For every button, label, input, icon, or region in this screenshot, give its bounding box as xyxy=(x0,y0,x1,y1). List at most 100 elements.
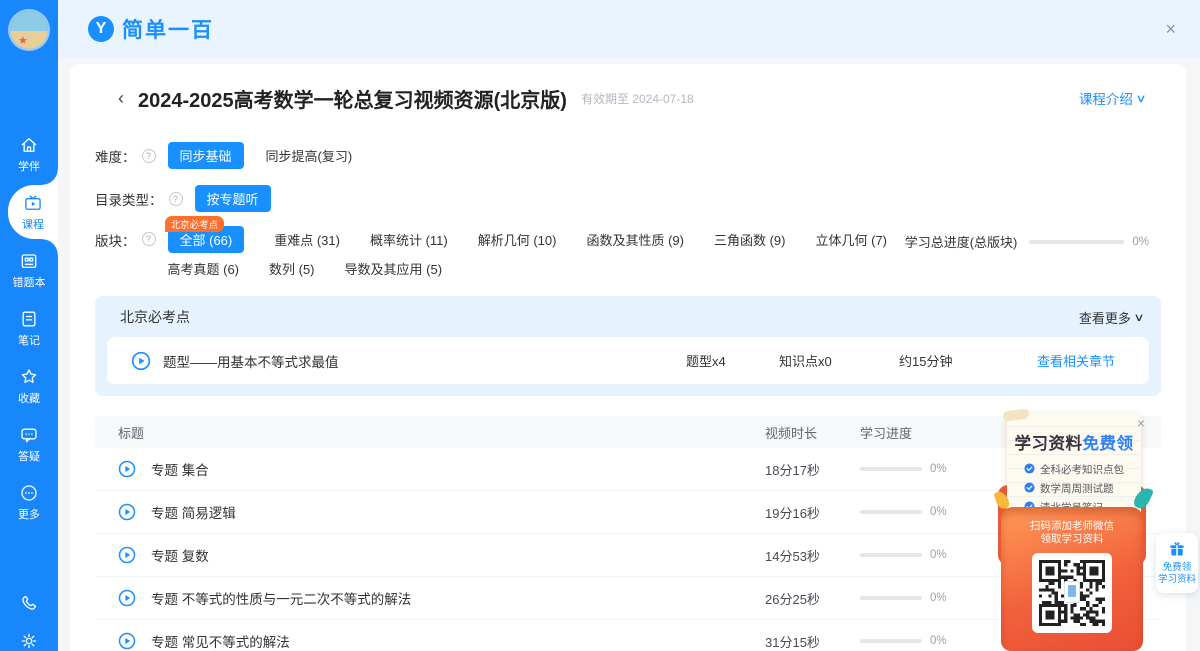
phone-icon[interactable] xyxy=(19,593,39,613)
featured-more-link[interactable]: 查看更多 ∨ xyxy=(1079,308,1143,327)
total-progress-label: 学习总进度(总版块) xyxy=(905,232,1018,251)
section-chip[interactable]: 立体几何 (7) xyxy=(816,226,888,253)
difficulty-chip-option[interactable]: 同步提高(复习) xyxy=(266,142,353,169)
sidebar-item-label: 收藏 xyxy=(18,390,40,406)
section-chip[interactable]: 函数及其性质 (9) xyxy=(586,226,684,253)
video-duration: 31分15秒 xyxy=(765,632,860,651)
play-icon[interactable] xyxy=(118,503,136,521)
sidebar-item-more[interactable]: 更多 xyxy=(0,475,58,529)
row-title-cell: 专题 简易逻辑 xyxy=(95,502,765,522)
more-icon xyxy=(19,483,39,503)
info-icon[interactable]: ? xyxy=(142,232,156,246)
sections-label: 版块： xyxy=(95,230,136,250)
sidebar-item-course[interactable]: 课程 xyxy=(8,185,58,239)
info-icon[interactable]: ? xyxy=(169,192,183,206)
difficulty-chip-selected[interactable]: 同步基础 xyxy=(168,142,244,169)
free-materials-button[interactable]: 免费领 学习资料 xyxy=(1156,533,1198,593)
sidebar-item-label: 答疑 xyxy=(18,448,40,464)
progress-value: 0% xyxy=(930,592,947,604)
video-title: 专题 集合 xyxy=(151,459,209,479)
promo-pocket-text2: 领取学习资料 xyxy=(1001,533,1143,546)
promo-bullet-text: 全科必考知识点包 xyxy=(1040,462,1124,477)
notes-icon xyxy=(19,309,39,329)
course-intro-label: 课程介绍 xyxy=(1079,88,1133,108)
video-title: 专题 不等式的性质与一元二次不等式的解法 xyxy=(151,588,411,608)
video-duration: 19分16秒 xyxy=(765,503,860,522)
logo-text: 简单一百 xyxy=(122,14,214,44)
header-duration: 视频时长 xyxy=(765,423,860,442)
chevron-down-icon: ∨ xyxy=(1135,92,1146,105)
home-icon xyxy=(19,135,39,155)
promo-pocket: 扫码添加老师微信 领取学习资料 xyxy=(1001,507,1143,651)
promo-title: 学习资料免费领 xyxy=(1007,430,1141,454)
back-icon[interactable]: ‹ xyxy=(118,89,124,107)
star-icon xyxy=(19,367,39,387)
section-chip-selected[interactable]: 北京必考点 全部 (66) xyxy=(168,226,245,253)
section-chip[interactable]: 概率统计 (11) xyxy=(370,226,448,253)
gear-icon[interactable] xyxy=(19,631,39,651)
promo-popup: 学习资料免费领 全科必考知识点包数学周周测试题清北学员笔记优惠福利券 × 扫码添… xyxy=(996,407,1148,651)
featured-item[interactable]: 题型——用基本不等式求最值 题型x4 知识点x0 约15分钟 查看相关章节 xyxy=(107,337,1149,384)
sidebar-nav: 学伴课程错题本笔记收藏答疑更多 xyxy=(0,127,58,533)
sidebar-item-wrongbook[interactable]: 错题本 xyxy=(0,243,58,297)
featured-question-count: 题型x4 xyxy=(686,351,779,370)
sections-filter-row: 版块： ? 北京必考点 全部 (66) 重难点 (31) 概率统计 (11) 解析几… xyxy=(95,226,1161,282)
featured-duration: 约15分钟 xyxy=(899,351,1037,370)
video-title: 专题 简易逻辑 xyxy=(151,502,236,522)
promo-title-dark: 学习资料 xyxy=(1015,435,1083,453)
validity-text: 有效期至 2024-07-18 xyxy=(581,90,694,107)
section-chip[interactable]: 重难点 (31) xyxy=(274,226,340,253)
sidebar-bottom xyxy=(0,593,58,651)
progress-value: 0% xyxy=(930,549,947,561)
section-chip[interactable]: 数列 (5) xyxy=(269,255,315,282)
qr-code[interactable] xyxy=(1032,553,1112,633)
chevron-down-icon: ∨ xyxy=(1133,311,1144,324)
play-icon[interactable] xyxy=(118,632,136,650)
promo-bullet: 数学周周测试题 xyxy=(1024,481,1141,496)
course-intro-link[interactable]: 课程介绍 ∨ xyxy=(1079,88,1145,108)
video-title: 专题 复数 xyxy=(151,545,209,565)
sidebar-item-qa[interactable]: 答疑 xyxy=(0,417,58,471)
section-chip[interactable]: 三角函数 (9) xyxy=(714,226,786,253)
play-icon[interactable] xyxy=(131,351,151,371)
catalog-label: 目录类型： xyxy=(95,189,163,209)
featured-knowledge-count: 知识点x0 xyxy=(779,351,899,370)
course-icon xyxy=(23,193,43,213)
sidebar: 学伴课程错题本笔记收藏答疑更多 xyxy=(0,0,58,651)
sidebar-item-label: 课程 xyxy=(22,216,44,232)
logo-icon: Y xyxy=(88,16,114,42)
play-icon[interactable] xyxy=(118,589,136,607)
section-chip[interactable]: 解析几何 (10) xyxy=(478,226,557,253)
page-title: 2024-2025高考数学一轮总复习视频资源(北京版) xyxy=(138,84,567,113)
promo-bullet: 全科必考知识点包 xyxy=(1024,462,1141,477)
row-title-cell: 专题 常见不等式的解法 xyxy=(95,631,765,651)
section-chip[interactable]: 导数及其应用 (5) xyxy=(345,255,443,282)
play-icon[interactable] xyxy=(118,546,136,564)
sidebar-item-favorites[interactable]: 收藏 xyxy=(0,359,58,413)
check-icon xyxy=(1024,482,1035,496)
progress-bar xyxy=(860,596,922,600)
info-icon[interactable]: ? xyxy=(142,149,156,163)
progress-bar xyxy=(860,510,922,514)
related-chapters-link[interactable]: 查看相关章节 xyxy=(1037,351,1133,370)
section-chip[interactable]: 高考真题 (6) xyxy=(168,255,240,282)
featured-title: 北京必考点 xyxy=(120,307,190,327)
wrongbook-icon xyxy=(19,251,39,271)
progress-bar xyxy=(860,553,922,557)
page-title-row: ‹ 2024-2025高考数学一轮总复习视频资源(北京版) 有效期至 2024-… xyxy=(118,84,1159,112)
close-icon[interactable]: × xyxy=(1165,20,1176,38)
catalog-chip-selected[interactable]: 按专题听 xyxy=(195,185,271,212)
catalog-filter-row: 目录类型： ? 按专题听 xyxy=(95,185,1161,212)
featured-more-label: 查看更多 xyxy=(1079,308,1131,327)
gift-icon xyxy=(1168,540,1186,558)
row-title-cell: 专题 复数 xyxy=(95,545,765,565)
progress-bar xyxy=(860,639,922,643)
section-chip-selected-label: 全部 (66) xyxy=(180,233,233,248)
logo[interactable]: Y 简单一百 xyxy=(88,14,214,44)
hot-badge: 北京必考点 xyxy=(165,216,225,232)
sidebar-item-notes[interactable]: 笔记 xyxy=(0,301,58,355)
promo-close-icon[interactable]: × xyxy=(1137,416,1145,430)
play-icon[interactable] xyxy=(118,460,136,478)
sidebar-item-label: 笔记 xyxy=(18,332,40,348)
avatar[interactable] xyxy=(10,11,48,49)
